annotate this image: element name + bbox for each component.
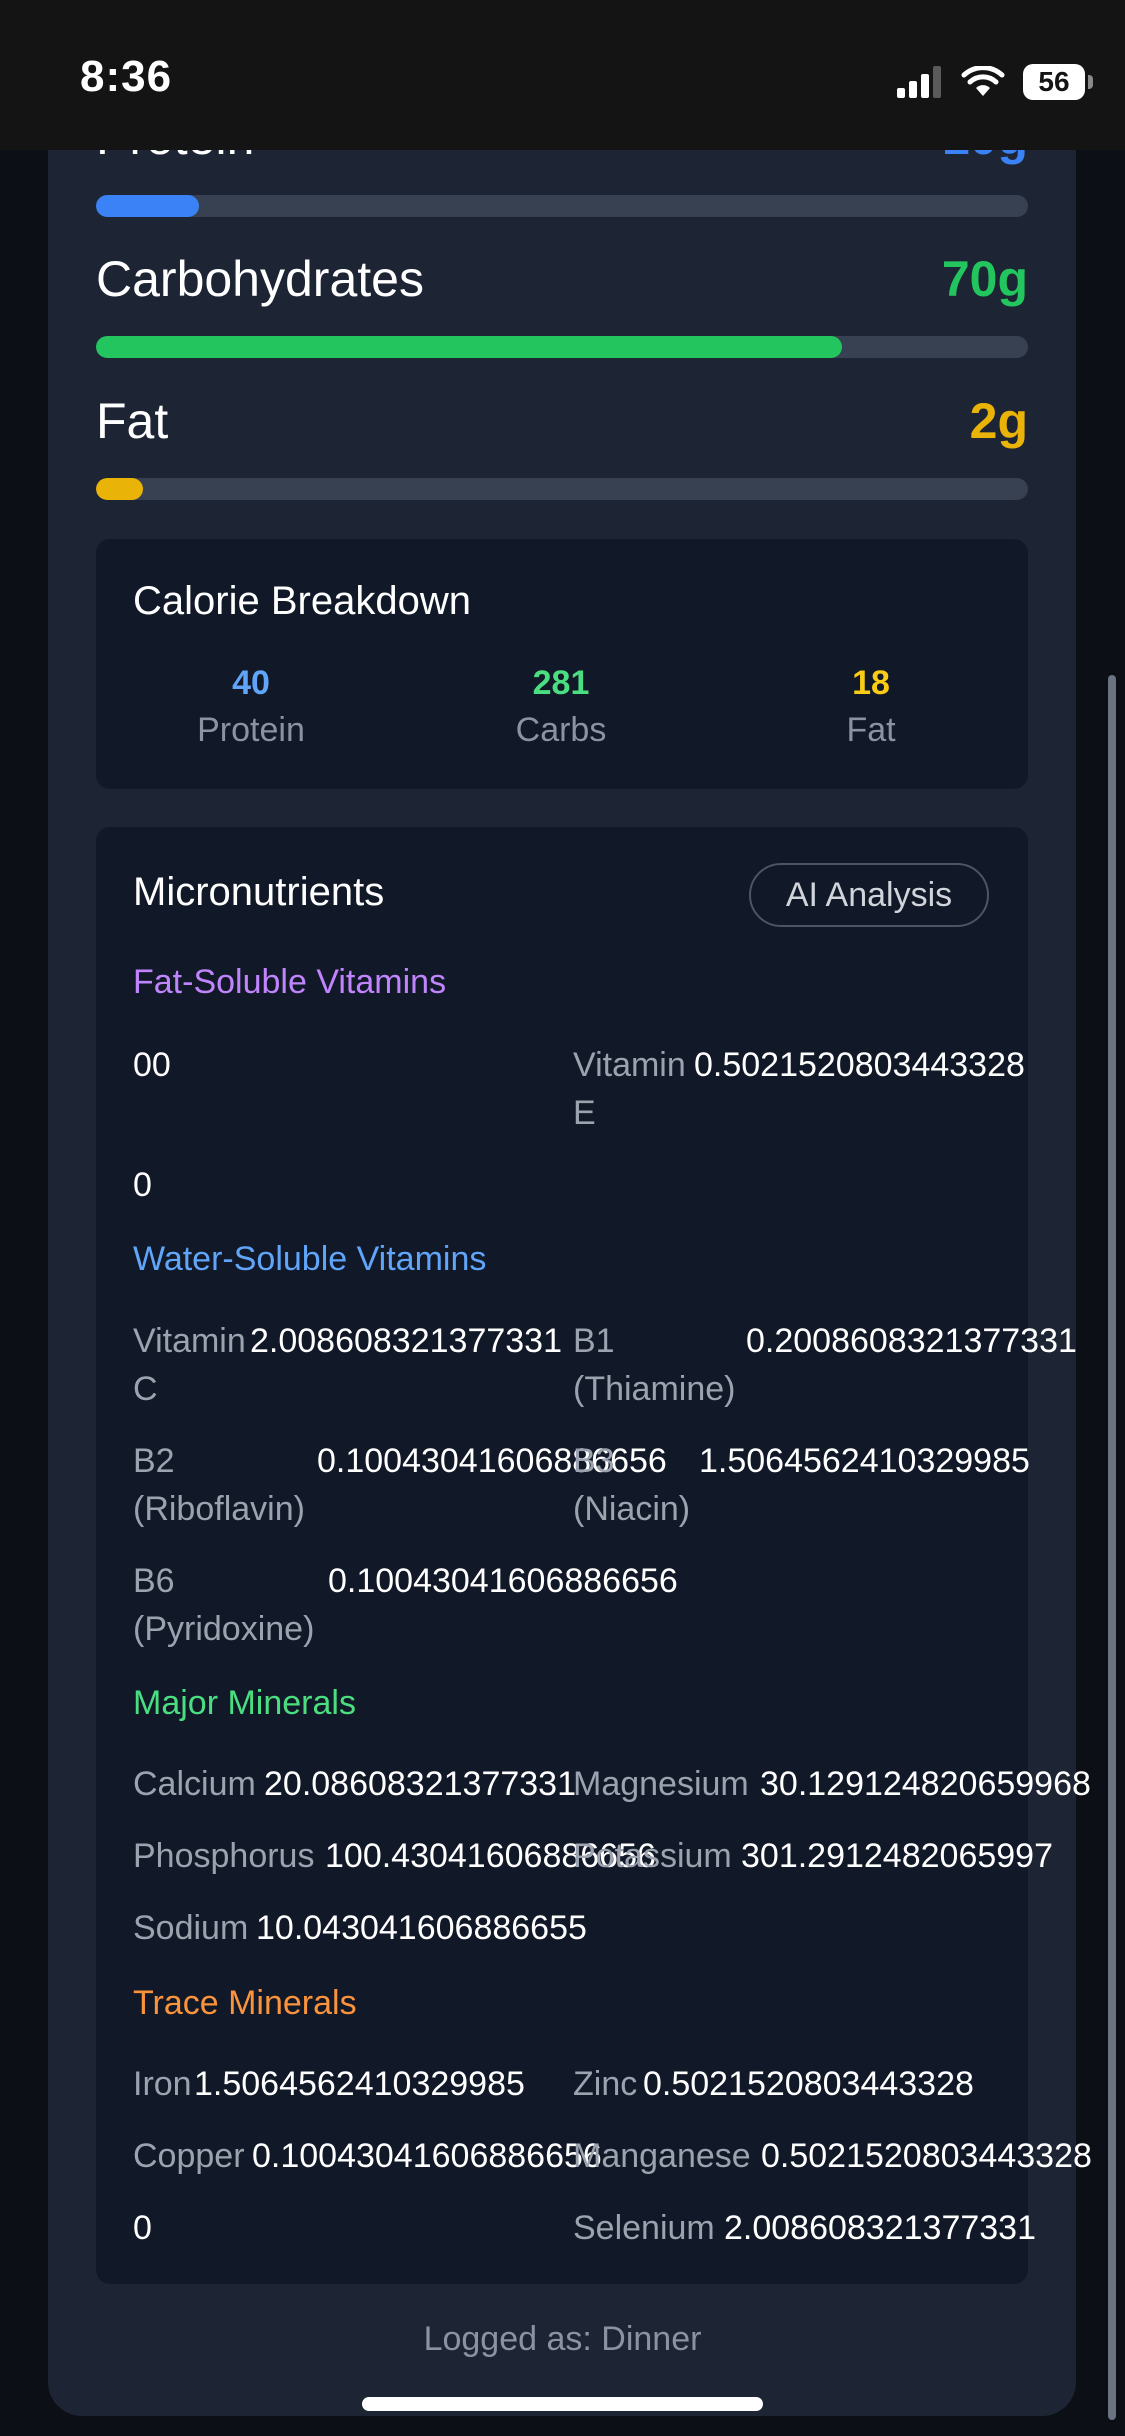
section-fat-soluble-vitamins: Fat-Soluble Vitamins [133, 963, 447, 1001]
nutrient-value: 00 [133, 1046, 171, 1084]
calorie-carbs: 281 Carbs [406, 661, 716, 755]
scrollbar[interactable] [1108, 675, 1116, 2420]
home-indicator[interactable] [362, 2397, 763, 2411]
macro-value: 2g [969, 393, 1028, 449]
macro-progress-fill [96, 336, 842, 358]
nutrient-value: 0.2008608321377331 [746, 1322, 1077, 1360]
calorie-value: 281 [532, 664, 590, 702]
logged-as-label: Logged as: Dinner [423, 2320, 702, 2358]
nutrient-label: Vitamin C [133, 1322, 246, 1408]
nutrient-label: B1 (Thiamine) [573, 1322, 736, 1408]
calorie-value: 40 [232, 664, 270, 702]
nutrient-value: 10.043041606886655 [256, 1909, 587, 1947]
nutrient-value: 1.5064562410329985 [194, 2065, 525, 2103]
nutrient-value: 0.5021520803443328 [694, 1046, 1025, 1084]
wifi-icon [961, 66, 1005, 96]
macro-progress-protein [96, 195, 1028, 217]
nutrient-value: 0 [133, 2209, 152, 2247]
nutrient-value: 0.5021520803443328 [643, 2065, 974, 2103]
nutrient-label: Selenium [573, 2209, 715, 2247]
nutrient-label: Phosphorus [133, 1837, 315, 1875]
macro-progress-fill [96, 195, 199, 217]
calorie-breakdown-title: Calorie Breakdown [133, 579, 471, 623]
calorie-value: 18 [852, 664, 890, 702]
nutrient-value: 0 [133, 1166, 152, 1204]
battery-icon: 56 [1023, 64, 1093, 100]
macro-name: Fat [96, 393, 169, 449]
meal-detail-card: Protein 10g Carbohydrates 70g Fat 2g Cal… [48, 109, 1092, 2416]
nutrient-label: Zinc [573, 2065, 638, 2103]
nutrient-label: Sodium [133, 1909, 249, 1947]
nutrient-label: B2 (Riboflavin) [133, 1442, 305, 1528]
calorie-breakdown-columns: 40 Protein 281 Carbs 18 Fat [96, 661, 1028, 755]
nutrient-value: 1.5064562410329985 [699, 1442, 1030, 1480]
macro-name: Carbohydrates [96, 251, 424, 307]
nutrient-label: Vitamin E [573, 1046, 686, 1132]
status-bar: 8:36 56 [0, 0, 1125, 150]
section-major-minerals: Major Minerals [133, 1684, 356, 1722]
section-trace-minerals: Trace Minerals [133, 1984, 357, 2022]
nutrient-value: 301.2912482065997 [741, 1837, 1053, 1875]
macro-progress-carbohydrates [96, 336, 1028, 358]
calorie-label: Protein [197, 711, 305, 749]
section-water-soluble-vitamins: Water-Soluble Vitamins [133, 1240, 487, 1278]
nutrient-label: Calcium [133, 1765, 256, 1803]
micronutrients-title: Micronutrients [133, 870, 385, 914]
nutrient-label: B6 (Pyridoxine) [133, 1562, 315, 1648]
calorie-label: Carbs [515, 711, 607, 749]
status-time: 8:36 [80, 52, 173, 101]
nutrient-label: Iron [133, 2065, 192, 2103]
nutrient-label: Manganese [573, 2137, 751, 2175]
status-icons: 56 [897, 60, 1093, 104]
calorie-label: Fat [846, 711, 896, 749]
nutrient-value: 2.008608321377331 [724, 2209, 1036, 2247]
micronutrients-panel: Micronutrients AI Analysis Fat-Soluble V… [96, 827, 1092, 2284]
nutrient-value: 20.08608321377331 [264, 1765, 576, 1803]
nutrient-label: Potassium [573, 1837, 732, 1875]
macro-value: 70g [941, 251, 1028, 307]
nutrient-value: 2.008608321377331 [250, 1322, 562, 1360]
nutrient-value: 0.10043041606886656 [252, 2137, 602, 2175]
macro-progress-fat [96, 478, 1028, 500]
calorie-protein: 40 Protein [96, 661, 406, 755]
ai-analysis-button[interactable]: AI Analysis [749, 863, 989, 927]
nutrient-value: 0.5021520803443328 [761, 2137, 1092, 2175]
nutrient-label: Magnesium [573, 1765, 749, 1803]
nutrient-label: Copper [133, 2137, 245, 2175]
calorie-fat: 18 Fat [716, 661, 1026, 755]
macro-progress-fill [96, 478, 143, 500]
nutrient-label: B3 (Niacin) [573, 1442, 691, 1528]
nutrient-value: 0.10043041606886656 [328, 1562, 678, 1600]
cellular-signal-icon [897, 66, 941, 98]
screen: 8:36 56 Protein 10g C [0, 0, 1125, 2436]
calorie-breakdown-panel: Calorie Breakdown 40 Protein 281 Carbs 1… [96, 539, 1028, 789]
nutrient-value: 30.129124820659968 [760, 1765, 1091, 1803]
